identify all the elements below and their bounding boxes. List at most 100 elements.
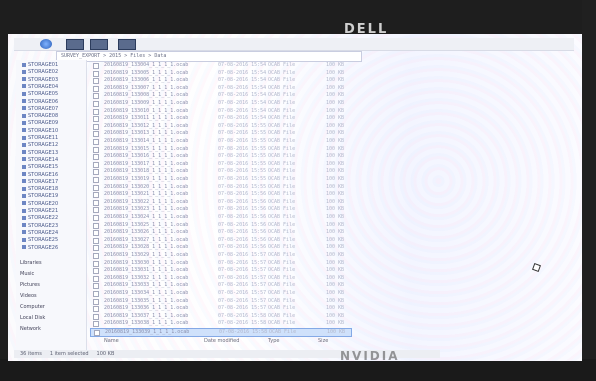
nav-bottom-item[interactable]: Local Disk [20, 315, 45, 322]
nav-item[interactable]: STORAGE09 [22, 120, 58, 126]
media-icon[interactable] [90, 39, 108, 50]
table-row[interactable]: 20160819_133021_1_1_1_1.ocab 07-08-2016 1… [90, 191, 350, 199]
row-checkbox[interactable] [93, 70, 99, 77]
row-checkbox[interactable] [93, 139, 99, 145]
table-row[interactable]: 20160819_133013_1_1_1_1.ocab 07-08-2016 1… [90, 130, 350, 138]
table-row[interactable]: 20160819_133031_1_1_1_1.ocab 07-08-2016 1… [90, 267, 350, 275]
table-row[interactable]: 20160819_133023_1_1_1_1.ocab 07-08-2016 1… [90, 206, 350, 214]
column-header-name[interactable]: Name [104, 338, 119, 346]
nav-item[interactable]: STORAGE22 [22, 215, 58, 221]
table-row[interactable]: 20160819_133033_1_1_1_1.ocab 07-08-2016 1… [90, 282, 350, 290]
nav-item[interactable]: STORAGE13 [22, 150, 58, 156]
table-row[interactable]: 20160819_133037_1_1_1_1.ocab 07-08-2016 1… [90, 313, 350, 320]
row-checkbox[interactable] [93, 268, 99, 275]
row-checkbox[interactable] [93, 230, 99, 237]
table-row[interactable]: 20160819_133020_1_1_1_1.ocab 07-08-2016 1… [90, 184, 350, 191]
table-row[interactable]: 20160819_133027_1_1_1_1.ocab 07-08-2016 1… [90, 237, 350, 244]
row-checkbox[interactable] [93, 63, 99, 69]
table-row[interactable]: 20160819_133005_1_1_1_1.ocab 07-08-2016 1… [90, 70, 350, 77]
row-checkbox[interactable] [93, 108, 99, 115]
row-checkbox[interactable] [93, 169, 99, 176]
nav-item[interactable]: STORAGE17 [22, 179, 58, 185]
table-row[interactable]: 20160819_133009_1_1_1_1.ocab 07-08-2016 1… [90, 100, 350, 107]
nav-item[interactable]: STORAGE16 [22, 172, 58, 178]
row-checkbox[interactable] [93, 291, 99, 297]
row-checkbox[interactable] [93, 283, 99, 290]
nav-item[interactable]: STORAGE21 [22, 208, 58, 214]
table-row[interactable]: 20160819_133019_1_1_1_1.ocab 07-08-2016 1… [90, 176, 350, 183]
nav-item[interactable]: STORAGE15 [22, 164, 58, 170]
table-row[interactable]: 20160819_133017_1_1_1_1.ocab 07-08-2016 1… [90, 161, 350, 168]
table-row[interactable]: 20160819_133016_1_1_1_1.ocab 07-08-2016 1… [90, 153, 350, 161]
row-checkbox[interactable] [93, 184, 99, 191]
table-row[interactable]: 20160819_133018_1_1_1_1.ocab 07-08-2016 1… [90, 168, 350, 176]
row-checkbox[interactable] [93, 78, 99, 85]
nav-bottom-item[interactable]: Libraries [20, 260, 42, 267]
column-header-date[interactable]: Date modified [204, 338, 239, 346]
row-checkbox[interactable] [93, 101, 99, 107]
nav-item[interactable]: STORAGE01 [22, 62, 58, 68]
nav-bottom-item[interactable]: Videos [20, 293, 37, 300]
nav-bottom-item[interactable]: Pictures [20, 282, 40, 289]
table-row[interactable]: 20160819_133022_1_1_1_1.ocab 07-08-2016 1… [90, 199, 350, 206]
gear-icon[interactable] [118, 39, 136, 50]
nav-item[interactable]: STORAGE06 [22, 99, 58, 105]
nav-item[interactable]: STORAGE25 [22, 237, 58, 243]
nav-item[interactable]: STORAGE02 [22, 69, 58, 75]
table-row[interactable]: 20160819_133025_1_1_1_1.ocab 07-08-2016 1… [90, 222, 350, 229]
table-row[interactable]: 20160819_133012_1_1_1_1.ocab 07-08-2016 1… [90, 123, 350, 130]
row-checkbox[interactable] [93, 298, 99, 305]
row-checkbox[interactable] [93, 207, 99, 214]
folder-icon[interactable] [66, 39, 84, 50]
nav-item[interactable]: STORAGE12 [22, 142, 58, 148]
table-row[interactable]: 20160819_133032_1_1_1_1.ocab 07-08-2016 1… [90, 275, 350, 282]
table-row[interactable]: 20160819_133036_1_1_1_1.ocab 07-08-2016 1… [90, 305, 350, 313]
row-checkbox[interactable] [93, 146, 99, 153]
row-checkbox[interactable] [93, 177, 99, 183]
address-bar[interactable]: SURVEY_EXPORT > 2015 > Files > Data [56, 51, 362, 62]
table-row[interactable]: 20160819_133038_1_1_1_1.ocab 07-08-2016 1… [90, 320, 350, 328]
table-row[interactable]: 20160819_133011_1_1_1_1.ocab 07-08-2016 1… [90, 115, 350, 123]
nav-bottom-item[interactable]: Music [20, 271, 34, 278]
nav-item[interactable]: STORAGE03 [22, 77, 58, 83]
windows-start-icon[interactable] [40, 39, 52, 49]
row-checkbox[interactable] [93, 313, 99, 320]
table-row[interactable]: 20160819_133039_1_1_1_1.ocab 07-08-2016 1… [90, 328, 352, 337]
row-checkbox[interactable] [93, 253, 99, 259]
table-row[interactable]: 20160819_133029_1_1_1_1.ocab 07-08-2016 1… [90, 252, 350, 259]
row-checkbox[interactable] [93, 275, 99, 282]
nav-item[interactable]: STORAGE14 [22, 157, 58, 163]
row-checkbox[interactable] [93, 260, 99, 267]
table-row[interactable]: 20160819_133008_1_1_1_1.ocab 07-08-2016 1… [90, 92, 350, 100]
table-row[interactable]: 20160819_133015_1_1_1_1.ocab 07-08-2016 1… [90, 146, 350, 153]
nav-item[interactable]: STORAGE18 [22, 186, 58, 192]
row-checkbox[interactable] [93, 116, 99, 123]
nav-item[interactable]: STORAGE04 [22, 84, 58, 90]
row-checkbox[interactable] [94, 330, 100, 336]
nav-item[interactable]: STORAGE24 [22, 230, 58, 236]
row-checkbox[interactable] [93, 131, 99, 138]
table-row[interactable]: 20160819_133030_1_1_1_1.ocab 07-08-2016 1… [90, 260, 350, 267]
nav-item[interactable]: STORAGE11 [22, 135, 58, 141]
row-checkbox[interactable] [93, 321, 99, 328]
column-header-type[interactable]: Type [268, 338, 279, 346]
table-row[interactable]: 20160819_133006_1_1_1_1.ocab 07-08-2016 1… [90, 77, 350, 85]
nav-item[interactable]: STORAGE19 [22, 193, 58, 199]
nav-bottom-item[interactable]: Computer [20, 304, 45, 311]
row-checkbox[interactable] [93, 85, 99, 92]
row-checkbox[interactable] [93, 192, 99, 199]
nav-item[interactable]: STORAGE05 [22, 91, 58, 97]
row-checkbox[interactable] [93, 245, 99, 252]
nav-bottom-item[interactable]: Network [20, 326, 41, 333]
row-checkbox[interactable] [93, 161, 99, 168]
row-checkbox[interactable] [93, 154, 99, 161]
row-checkbox[interactable] [93, 123, 99, 130]
row-checkbox[interactable] [93, 306, 99, 313]
row-checkbox[interactable] [93, 93, 99, 100]
nav-item[interactable]: STORAGE08 [22, 113, 58, 119]
column-header-size[interactable]: Size [318, 338, 328, 346]
row-checkbox[interactable] [93, 215, 99, 221]
nav-item[interactable]: STORAGE23 [22, 223, 58, 229]
table-row[interactable]: 20160819_133014_1_1_1_1.ocab 07-08-2016 1… [90, 138, 350, 145]
table-row[interactable]: 20160819_133034_1_1_1_1.ocab 07-08-2016 1… [90, 290, 350, 297]
